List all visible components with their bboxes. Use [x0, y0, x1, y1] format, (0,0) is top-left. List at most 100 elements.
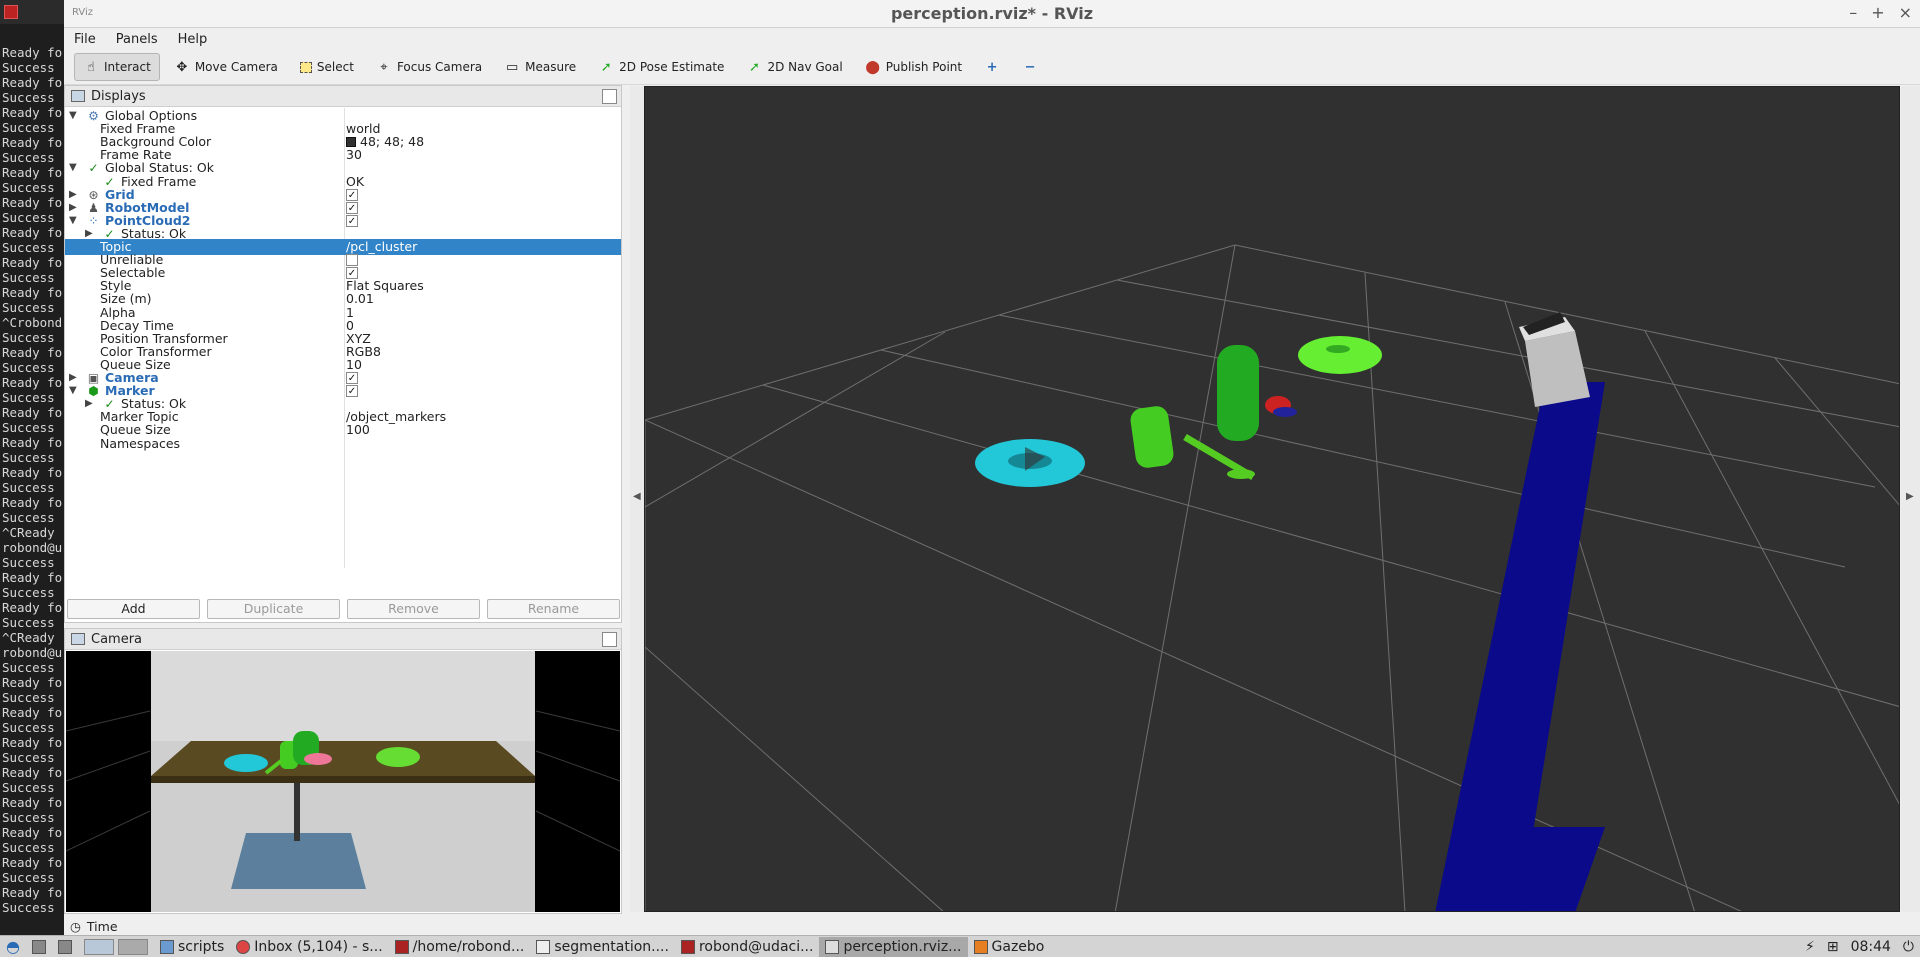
minus-icon: − — [1024, 59, 1036, 75]
3d-render-view[interactable] — [644, 86, 1900, 912]
rename-button[interactable]: Rename — [487, 599, 620, 619]
terminal-window[interactable]: Ready fo Success Ready fo Success Ready fo Su… — [0, 0, 64, 935]
terminal-line: Success — [2, 90, 55, 105]
taskbar-item-scripts[interactable]: scripts — [154, 937, 230, 957]
taskbar-item-terminal-robond[interactable]: robond@udaci... — [675, 937, 820, 957]
terminal-line: Ready fo — [2, 75, 63, 90]
terminal-line: Success — [2, 810, 55, 825]
terminal-line: ^Crobond — [2, 315, 63, 330]
displays-panel: Displays ▼ ⚙ Global Options Fixed Frame worl… — [64, 85, 622, 623]
displays-header: Displays — [65, 86, 621, 107]
desktop-icon — [31, 939, 46, 954]
hand-pointer-icon: ☝ — [87, 59, 95, 75]
publish-point-label: Publish Point — [885, 60, 963, 74]
start-menu-button[interactable]: ◓ — [0, 937, 26, 957]
taskbar-item-rviz[interactable]: perception.rviz... — [819, 936, 968, 957]
terminal-line: ^CReady — [2, 525, 55, 540]
interact-tool-button[interactable]: ☝ Interact — [74, 53, 160, 81]
terminal-line: Success — [2, 240, 55, 255]
terminal-icon — [394, 939, 409, 954]
color-swatch[interactable] — [346, 137, 356, 148]
duplicate-button[interactable]: Duplicate — [207, 599, 340, 619]
tool-bar: ☝ Interact ✥ Move Camera Select ⌖ Focus Cam… — [64, 50, 1920, 85]
terminal-line: Success — [2, 390, 55, 405]
network-indicator[interactable]: ⊞ — [1821, 937, 1845, 957]
collapse-right-handle[interactable]: ▶ — [1901, 86, 1920, 912]
taskbar-label: /home/robond... — [412, 938, 525, 955]
terminal-line: Success — [2, 615, 55, 630]
terminal-line: Success — [2, 690, 55, 705]
crosshair-icon: ⌖ — [380, 59, 388, 75]
display-row-label: Namespaces — [100, 435, 181, 451]
collapse-left-handle[interactable]: ◀ — [630, 86, 644, 912]
panel-float-checkbox[interactable] — [602, 632, 617, 647]
launcher-button[interactable] — [52, 937, 78, 957]
menu-panels[interactable]: Panels — [116, 32, 158, 47]
publish-point-tool-button[interactable]: ⬤ Publish Point — [857, 53, 970, 81]
terminal-line: Ready fo — [2, 405, 63, 420]
focus-camera-label: Focus Camera — [396, 60, 483, 74]
taskbar-item-segmentation[interactable]: segmentation.... — [530, 937, 675, 957]
clock[interactable]: 08:44 — [1845, 937, 1897, 957]
maximize-icon[interactable]: + — [1871, 3, 1884, 22]
terminal-line: Ready fo — [2, 135, 63, 150]
close-icon[interactable] — [4, 5, 18, 19]
power-indicator[interactable]: ⚡ — [1799, 937, 1821, 957]
move-camera-tool-button[interactable]: ✥ Move Camera — [166, 53, 286, 81]
ruler-icon: ▭ — [505, 59, 519, 75]
terminal-line: robond@u — [2, 645, 63, 660]
remove-tool-button[interactable]: − — [1014, 53, 1046, 81]
move-arrows-icon: ✥ — [176, 59, 188, 75]
add-tool-button[interactable]: + — [976, 53, 1008, 81]
terminal-line: Success — [2, 660, 55, 675]
terminal-line: Ready fo — [2, 675, 63, 690]
terminal-line: Ready fo — [2, 225, 63, 240]
nav-goal-tool-button[interactable]: ➚ 2D Nav Goal — [738, 53, 850, 81]
pose-estimate-tool-button[interactable]: ➚ 2D Pose Estimate — [590, 53, 732, 81]
taskbar-item-gazebo[interactable]: Gazebo — [968, 937, 1051, 957]
minimize-icon[interactable]: – — [1849, 3, 1857, 22]
terminal-line: Ready fo — [2, 255, 63, 270]
menu-file[interactable]: File — [74, 32, 96, 47]
measure-tool-button[interactable]: ▭ Measure — [496, 53, 584, 81]
measure-label: Measure — [525, 60, 577, 74]
terminal-line: Success — [2, 360, 55, 375]
text-editor-icon — [536, 939, 551, 954]
terminal-line: Success — [2, 270, 55, 285]
panel-float-checkbox[interactable] — [602, 89, 617, 104]
camera-header: Camera — [65, 629, 621, 650]
workspace-switcher[interactable] — [78, 937, 154, 957]
terminal-line: Success — [2, 780, 55, 795]
taskbar-item-terminal-home[interactable]: /home/robond... — [389, 937, 531, 957]
camera-image[interactable] — [66, 651, 620, 912]
display-row-namespaces[interactable]: Namespaces — [65, 436, 621, 452]
chevron-left-icon: ◀ — [633, 491, 641, 502]
camera-scene — [66, 651, 620, 912]
terminal-line: Ready fo — [2, 435, 63, 450]
workspace-1[interactable] — [83, 938, 114, 955]
terminal-titlebar — [0, 0, 64, 24]
focus-camera-tool-button[interactable]: ⌖ Focus Camera — [368, 53, 490, 81]
shutdown-button[interactable]: ⏻ — [1897, 937, 1920, 957]
menu-help[interactable]: Help — [178, 32, 208, 47]
remove-button[interactable]: Remove — [347, 599, 480, 619]
nav-goal-label: 2D Nav Goal — [767, 60, 843, 74]
select-label: Select — [316, 60, 354, 74]
network-icon: ⊞ — [1826, 938, 1839, 955]
terminal-icon — [680, 939, 695, 954]
menu-bar: File Panels Help — [64, 28, 1920, 50]
files-icon — [57, 939, 72, 954]
taskbar-item-chrome[interactable]: Inbox (5,104) - s... — [230, 937, 388, 957]
clock-icon: ◷ — [70, 918, 81, 934]
select-tool-button[interactable]: Select — [292, 53, 362, 81]
terminal-line: Success — [2, 300, 55, 315]
terminal-line: Success — [2, 585, 55, 600]
rviz-icon — [825, 939, 840, 954]
workspace-2[interactable] — [117, 938, 148, 955]
camera-panel: Camera — [64, 628, 622, 914]
terminal-line: ^CReady — [2, 630, 55, 645]
add-button[interactable]: Add — [67, 599, 200, 619]
desktop-button[interactable] — [26, 937, 52, 957]
terminal-line: Success — [2, 555, 55, 570]
close-icon[interactable]: × — [1899, 3, 1912, 22]
